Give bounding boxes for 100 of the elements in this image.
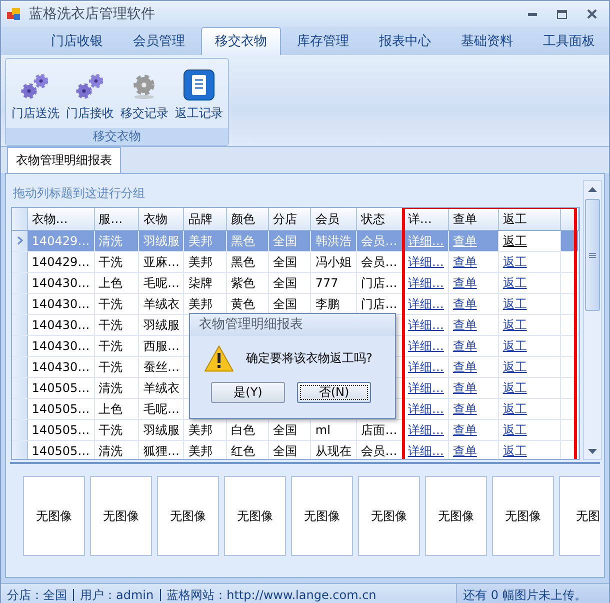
menu-tab[interactable]: 移交衣物: [201, 27, 281, 55]
minimize-icon[interactable]: [528, 12, 536, 16]
no-image-text: 无图像: [438, 508, 474, 524]
table-cell: 干洗: [98, 254, 123, 268]
column-header[interactable]: 衣物: [138, 208, 184, 230]
ribbon-button[interactable]: 移交记录: [117, 65, 172, 122]
table-link[interactable]: 详细…: [408, 422, 444, 436]
status-item: 分店：全国: [7, 586, 67, 603]
menu-tab[interactable]: 报表中心: [365, 27, 445, 55]
table-link[interactable]: 返工: [502, 380, 527, 394]
scrollbar[interactable]: [583, 180, 602, 460]
app-icon: [7, 7, 21, 21]
table-link[interactable]: 详细…: [408, 296, 444, 310]
table-cell: 黑色: [230, 254, 255, 268]
dialog-button[interactable]: 否(N): [297, 382, 371, 403]
image-slot[interactable]: 无图像: [157, 476, 219, 556]
column-header[interactable]: 分店: [268, 208, 311, 230]
no-image-text: 无图像: [170, 508, 206, 524]
table-row[interactable]: 140430… 上色 毛呢… 柒牌 紫色 全国 777 门店… 详细… 查单 返工: [12, 272, 578, 294]
table-link[interactable]: 查单: [452, 380, 477, 394]
ribbon-button[interactable]: 门店接收: [62, 65, 117, 122]
column-header[interactable]: 衣物…: [27, 208, 94, 230]
table-cell: 羊绒衣: [143, 380, 180, 394]
table-row[interactable]: 140429… 干洗 亚麻… 美邦 黑色 全国 冯小姐 会员… 详细… 查单 返工: [12, 252, 578, 272]
table-link[interactable]: 查单: [452, 254, 477, 268]
image-slot[interactable]: 无图像: [492, 476, 554, 556]
table-link[interactable]: 返工: [502, 444, 527, 458]
column-header[interactable]: 状态: [356, 208, 404, 230]
image-slot[interactable]: 无图像: [224, 476, 286, 556]
table-link[interactable]: 返工: [502, 276, 527, 290]
document-tab[interactable]: 衣物管理明细报表: [7, 147, 121, 173]
column-header[interactable]: 品牌: [184, 208, 226, 230]
table-cell: 白色: [230, 422, 255, 436]
table-cell: 全国: [273, 276, 298, 290]
menu-tab[interactable]: 工具面板: [529, 27, 609, 55]
table-link[interactable]: 详细…: [408, 402, 444, 416]
ribbon-button[interactable]: 门店送洗: [8, 65, 62, 122]
table-link[interactable]: 详细…: [408, 444, 444, 458]
table-link[interactable]: 查单: [452, 318, 477, 332]
menu-tab[interactable]: 门店收银: [37, 27, 117, 55]
image-slot[interactable]: 无图像: [90, 476, 152, 556]
scroll-down-icon[interactable]: [588, 448, 597, 454]
column-header[interactable]: 详…: [403, 208, 448, 230]
menu-tab[interactable]: 库存管理: [283, 27, 363, 55]
maximize-icon[interactable]: [557, 10, 567, 18]
table-cell: 羽绒服: [143, 234, 180, 248]
table-link[interactable]: 详细…: [408, 360, 444, 374]
table-link[interactable]: 详细…: [408, 318, 444, 332]
table-cell: 毛呢…: [143, 402, 180, 416]
table-link[interactable]: 返工: [502, 338, 527, 352]
table-row[interactable]: 140505… 清洗 狐狸… 美邦 红色 全国 从现在 会员… 详细… 查单 返工: [12, 440, 578, 459]
scroll-up-icon[interactable]: [588, 186, 597, 192]
table-cell: 全国: [273, 296, 298, 310]
table-link[interactable]: 查单: [452, 296, 477, 310]
dialog-title: 衣物管理明细报表: [190, 314, 395, 336]
table-cell: 140505…: [32, 381, 90, 395]
table-cell: 羽绒服: [143, 318, 180, 332]
table-link[interactable]: 返工: [502, 402, 527, 416]
table-cell: 美邦: [188, 234, 212, 248]
table-cell: 蚕丝…: [143, 360, 180, 374]
table-link[interactable]: 查单: [452, 338, 477, 352]
image-slot[interactable]: 无图: [559, 476, 600, 556]
image-slot[interactable]: 无图像: [425, 476, 487, 556]
image-slot[interactable]: 无图像: [358, 476, 420, 556]
column-header[interactable]: 会员: [310, 208, 357, 230]
scroll-thumb[interactable]: [585, 199, 600, 311]
no-image-text: 无图像: [36, 508, 72, 524]
column-header[interactable]: 服…: [94, 208, 139, 230]
image-slot[interactable]: 无图像: [23, 476, 85, 556]
menu-tab[interactable]: 基础资料: [447, 27, 527, 55]
column-header[interactable]: 颜色: [226, 208, 269, 230]
table-cell: 清洗: [98, 444, 123, 458]
table-link[interactable]: 详细…: [408, 276, 444, 290]
table-link[interactable]: 返工: [502, 234, 527, 248]
ribbon-button[interactable]: 返工记录: [172, 65, 226, 122]
table-link[interactable]: 详细…: [408, 254, 444, 268]
table-link[interactable]: 返工: [502, 296, 527, 310]
table-link[interactable]: 返工: [502, 254, 527, 268]
table-cell: 全国: [273, 254, 298, 268]
table-link[interactable]: 返工: [502, 422, 527, 436]
table-link[interactable]: 查单: [452, 422, 477, 436]
table-link[interactable]: 详细…: [408, 338, 444, 352]
column-header[interactable]: 查单: [448, 208, 498, 230]
table-link[interactable]: 查单: [452, 444, 477, 458]
table-link[interactable]: 查单: [452, 360, 477, 374]
row-pointer-icon: [17, 236, 23, 245]
column-header[interactable]: 返工: [498, 208, 560, 230]
no-image-text: 无图像: [371, 508, 407, 524]
image-slot[interactable]: 无图像: [291, 476, 353, 556]
table-link[interactable]: 详细…: [408, 380, 444, 394]
close-icon[interactable]: [587, 9, 597, 19]
menu-tab[interactable]: 会员管理: [119, 27, 199, 55]
table-link[interactable]: 返工: [502, 360, 527, 374]
table-link[interactable]: 查单: [452, 402, 477, 416]
table-cell: 全国: [273, 444, 298, 458]
table-row[interactable]: 140505… 干洗 羽绒服 美邦 白色 全国 ml 店面… 详细… 查单 返工: [12, 420, 578, 440]
table-link[interactable]: 返工: [502, 318, 527, 332]
dialog-button[interactable]: 是(Y): [211, 382, 285, 403]
table-link[interactable]: 查单: [452, 276, 477, 290]
table-row[interactable]: 140429… 清洗 羽绒服 美邦 黑色 全国 韩洪浩 会员… 详细… 查单 返工: [12, 230, 578, 252]
